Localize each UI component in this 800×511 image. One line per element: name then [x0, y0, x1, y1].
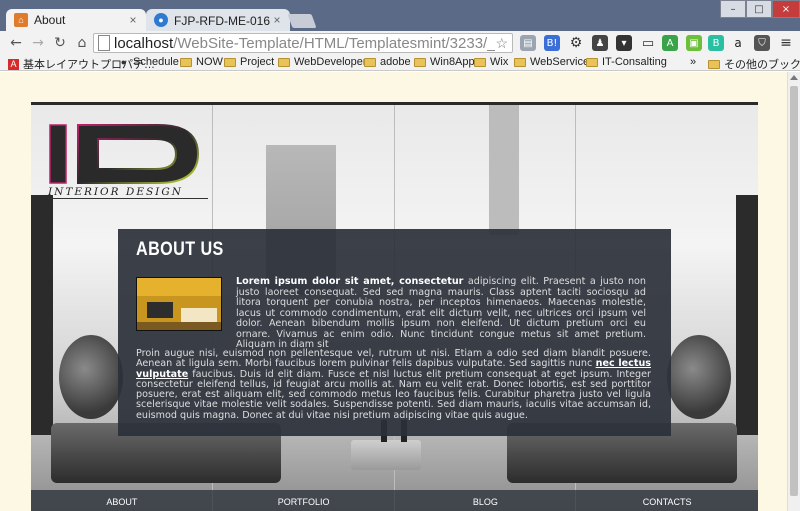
bookmark-item[interactable]: WebService — [514, 56, 589, 68]
bookmark-label: NOW — [196, 56, 223, 68]
site-container: INTERIOR DESIGN ABOUT US Lorem ipsum dol… — [31, 102, 758, 511]
gear-icon[interactable]: ⚙ — [568, 35, 584, 51]
bookmark-label: IT-Consalting — [602, 56, 667, 68]
nav-about[interactable]: ABOUT — [31, 490, 213, 511]
folder-icon — [224, 57, 236, 67]
menu-icon[interactable]: ≡ — [778, 35, 794, 51]
folder-icon — [180, 57, 192, 67]
window-controls: – □ × — [720, 0, 800, 18]
tab-favicon-icon: ⌂ — [14, 13, 28, 27]
bookmark-label: WebService — [530, 56, 590, 68]
coffee-table — [351, 440, 421, 470]
about-title: ABOUT US — [136, 239, 224, 260]
apple-icon: ● — [120, 57, 127, 67]
maximize-button[interactable]: □ — [746, 0, 772, 18]
cast-icon[interactable]: ▭ — [640, 35, 656, 51]
about-para2-text: Proin augue nisi, euismod non pellentesq… — [136, 348, 651, 370]
bookmark-item[interactable]: NOW — [180, 56, 223, 68]
bookmark-label: adobe — [380, 56, 411, 68]
page-viewport: INTERIOR DESIGN ABOUT US Lorem ipsum dol… — [0, 72, 787, 511]
about-lead-text: adipiscing elit. Praesent a justo non ju… — [236, 276, 646, 350]
about-paragraph-2: Proin augue nisi, euismod non pellentesq… — [136, 348, 651, 421]
folder-icon — [586, 57, 598, 67]
extension-shield-icon[interactable]: ⛉ — [754, 35, 770, 51]
folder-icon — [278, 57, 290, 67]
bookmark-star-icon[interactable]: ☆ — [495, 35, 508, 52]
bookmarks-overflow-button[interactable]: » — [690, 56, 696, 68]
tab-about[interactable]: ⌂ About × — [6, 9, 146, 31]
extension-pocket-icon[interactable]: ▾ — [616, 35, 632, 51]
left-wall — [31, 195, 53, 435]
plant-left — [59, 335, 123, 419]
tab-title: About — [34, 13, 66, 27]
forward-arrow-icon[interactable]: → — [30, 35, 46, 51]
bookmark-item[interactable]: adobe — [364, 56, 411, 68]
interior-thumbnail-image — [136, 277, 222, 331]
nav-contacts[interactable]: CONTACTS — [576, 490, 758, 511]
extension-hatena-icon[interactable]: B! — [544, 35, 560, 51]
tab-close-icon[interactable]: × — [270, 13, 284, 27]
reload-icon[interactable]: ↻ — [52, 35, 68, 51]
nav-portfolio[interactable]: PORTFOLIO — [213, 490, 395, 511]
about-para2-text: faucibus. Duis id elit diam. Fusce et ni… — [136, 368, 651, 421]
folder-icon — [708, 59, 720, 69]
extension-reader-icon[interactable]: ▤ — [520, 35, 536, 51]
plant-right — [667, 335, 731, 419]
other-bookmarks[interactable]: その他のブックマーク — [708, 56, 800, 72]
folder-icon — [514, 57, 526, 67]
tab-close-icon[interactable]: × — [126, 13, 140, 27]
adobe-icon: A — [8, 58, 19, 70]
scroll-up-arrow-icon[interactable] — [790, 75, 798, 80]
folder-icon — [414, 57, 426, 67]
background-building — [489, 105, 519, 235]
site-logo[interactable]: INTERIOR DESIGN — [48, 123, 208, 199]
folder-icon — [364, 57, 376, 67]
extension-amazon-icon[interactable]: a — [730, 35, 746, 51]
page-icon — [98, 35, 110, 51]
bookmark-item[interactable]: IT-Consalting — [586, 56, 667, 68]
bookmark-item[interactable]: Win8App — [414, 56, 475, 68]
extension-feedly-icon[interactable]: A — [662, 35, 678, 51]
bookmark-item[interactable]: Project — [224, 56, 274, 68]
extension-teal-icon[interactable]: B — [708, 35, 724, 51]
about-panel: ABOUT US Lorem ipsum dolor sit amet, con… — [118, 229, 671, 436]
site-nav: ABOUT PORTFOLIO BLOG CONTACTS — [31, 490, 758, 511]
folder-icon — [474, 57, 486, 67]
nav-blog[interactable]: BLOG — [395, 490, 577, 511]
bookmark-label: Schedule — [133, 56, 179, 68]
bookmark-label: Wix — [490, 56, 509, 68]
tab-title: FJP-RFD-ME-016［Acce — [174, 13, 270, 28]
tab-favicon-icon: ● — [154, 13, 168, 27]
bookmark-label: その他のブックマーク — [724, 59, 800, 71]
browser-toolbar: ← → ↻ ⌂ localhost /WebSite-Template/HTML… — [0, 31, 800, 54]
bookmark-item[interactable]: WebDeveloper — [278, 56, 367, 68]
page-scrollbar[interactable] — [787, 72, 800, 511]
bookmark-label: Win8App — [430, 56, 475, 68]
scrollbar-thumb[interactable] — [790, 86, 798, 496]
close-window-button[interactable]: × — [772, 0, 800, 18]
address-bar[interactable]: localhost /WebSite-Template/HTML/Templat… — [93, 33, 513, 53]
right-wall — [736, 195, 758, 435]
about-lead-bold: Lorem ipsum dolor sit amet, consectetur — [236, 276, 464, 287]
bookmark-item[interactable]: Wix — [474, 56, 508, 68]
about-paragraph-1: Lorem ipsum dolor sit amet, consectetur … — [236, 276, 646, 351]
back-arrow-icon[interactable]: ← — [8, 35, 24, 51]
url-path: /WebSite-Template/HTML/Templatesmint/323… — [173, 34, 496, 52]
logo-tagline: INTERIOR DESIGN — [48, 186, 208, 199]
extension-green-icon[interactable]: ▣ — [686, 35, 702, 51]
logo-letters — [49, 124, 200, 184]
extension-evernote-icon[interactable]: ♟ — [592, 35, 608, 51]
bookmark-label: Project — [240, 56, 275, 68]
bookmark-label: WebDeveloper — [294, 56, 367, 68]
bookmark-item[interactable]: ● Schedule — [118, 56, 179, 68]
url-host: localhost — [114, 34, 174, 52]
browser-titlebar: ⌂ About × ● FJP-RFD-ME-016［Acce × – □ × — [0, 0, 800, 31]
new-tab-button[interactable] — [287, 14, 317, 28]
bookmarks-bar: A 基本レイアウトプロパテ… ● Schedule NOW Project We… — [0, 54, 800, 71]
home-icon[interactable]: ⌂ — [74, 35, 90, 51]
tab-fjp[interactable]: ● FJP-RFD-ME-016［Acce × — [146, 9, 290, 31]
minimize-button[interactable]: – — [720, 0, 746, 18]
